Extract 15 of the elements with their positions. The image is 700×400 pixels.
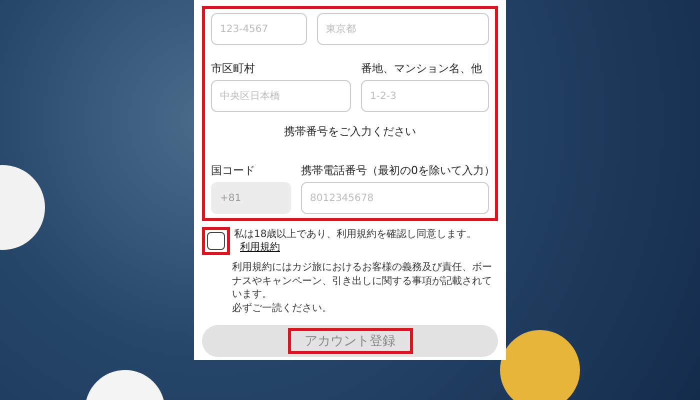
notice-text: 必ずご一読ください。 <box>232 302 333 315</box>
section-heading: 携帯番号をご入力ください <box>283 124 417 139</box>
terms-link[interactable]: 利用規約 <box>240 242 280 253</box>
agree-checkbox[interactable] <box>207 232 225 250</box>
field-label: 携帯電話番号（最初の0を除いて入力） <box>301 163 495 178</box>
input-field[interactable]: 123-4567 <box>211 13 307 45</box>
input-field[interactable]: 東京都 <box>317 13 489 45</box>
input-field[interactable]: 中央区日本橋 <box>211 80 351 112</box>
agreement-text: 私は18歳以上であり、利用規約を確認し同意します。 利用規約 <box>234 228 478 254</box>
field-label: 番地、マンション名、他 <box>361 61 482 76</box>
field-label: 国コード <box>211 163 255 178</box>
input-field[interactable]: 8012345678 <box>301 182 489 214</box>
field-label: 市区町村 <box>211 61 255 76</box>
notice-text: 利用規約にはカジ旅におけるお客様の義務及び責任、ボーナスやキャンペーン、引き出しに関する事項が記載されています。 <box>232 261 493 302</box>
input-field[interactable]: 1-2-3 <box>361 80 489 112</box>
